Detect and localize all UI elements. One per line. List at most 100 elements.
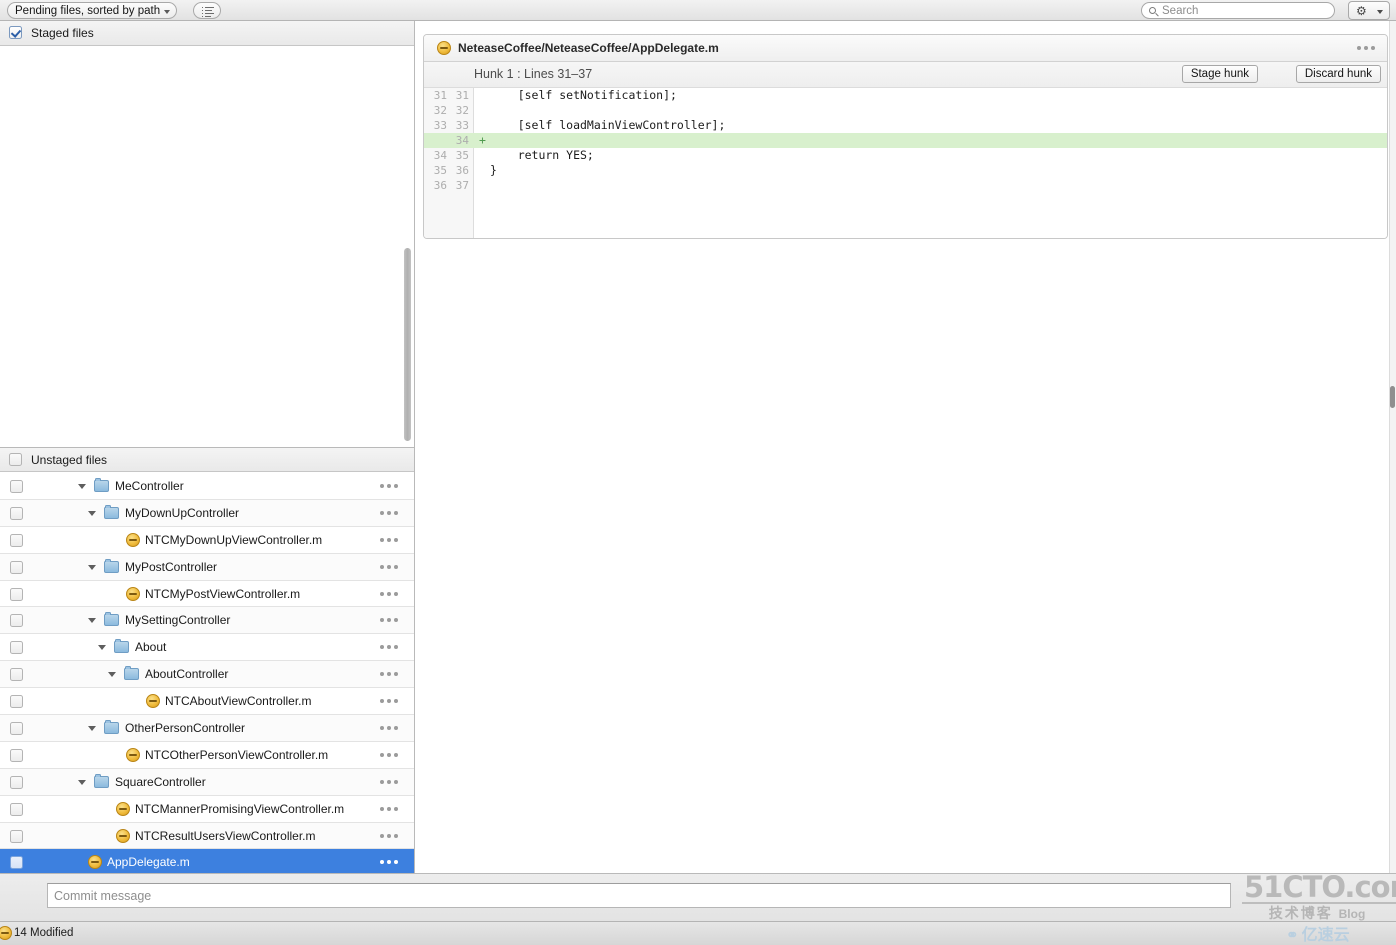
file-row-overflow-menu-button[interactable] <box>380 726 400 731</box>
file-row-overflow-menu-button[interactable] <box>380 806 400 812</box>
file-row[interactable]: NTCMannerPromisingViewController.m <box>0 796 414 823</box>
diff-line-number-old: 33 <box>433 119 447 132</box>
folder-icon <box>94 773 109 788</box>
file-row[interactable]: AppDelegate.m <box>0 849 414 873</box>
discard-hunk-button[interactable]: Discard hunk <box>1295 65 1381 83</box>
file-row-overflow-menu-button[interactable] <box>380 537 400 543</box>
settings-menu-button[interactable]: ⚙ <box>1348 1 1390 20</box>
disclosure-triangle-icon[interactable] <box>88 618 96 624</box>
file-row-overflow-menu-button[interactable] <box>380 699 400 704</box>
disclosure-triangle-icon[interactable] <box>78 779 86 785</box>
file-list-scrollbar[interactable] <box>403 247 412 442</box>
modified-file-icon <box>146 694 160 709</box>
unstaged-files-list[interactable]: MeController MyDownUpController NTCMyDownU… <box>0 473 414 873</box>
diff-overflow-menu-button[interactable] <box>1357 46 1377 51</box>
diff-scrollbar-track[interactable] <box>1389 21 1396 873</box>
file-row-checkbox[interactable] <box>10 775 23 789</box>
file-row-checkbox[interactable] <box>10 641 23 655</box>
disclosure-triangle-icon[interactable] <box>88 510 96 516</box>
file-row-overflow-menu-button[interactable] <box>380 645 400 650</box>
file-row-checkbox[interactable] <box>10 802 23 816</box>
file-row[interactable]: MeController <box>0 473 414 500</box>
staged-files-header: Staged files <box>0 21 414 46</box>
file-row-overflow-menu-button[interactable] <box>380 510 400 516</box>
diff-line-number-old: 36 <box>433 179 447 192</box>
staged-files-checkbox[interactable] <box>9 26 22 39</box>
file-row-label: NTCAboutViewController.m <box>165 694 312 709</box>
disclosure-triangle-icon[interactable] <box>78 484 86 489</box>
diff-line-number-new: 36 <box>455 164 469 177</box>
file-row-checkbox[interactable] <box>10 614 23 628</box>
file-row-overflow-menu-button[interactable] <box>380 833 400 839</box>
file-row[interactable]: SquareController <box>0 768 414 796</box>
disclosure-triangle-icon[interactable] <box>88 726 96 732</box>
file-row-overflow-menu-button[interactable] <box>380 860 400 865</box>
unstaged-files-label: Unstaged files <box>31 453 108 467</box>
file-row-checkbox[interactable] <box>10 856 23 870</box>
commit-message-placeholder: Commit message <box>54 889 152 903</box>
file-row-checkbox[interactable] <box>10 560 23 574</box>
chevron-down-icon <box>1377 10 1383 14</box>
file-row-label: NTCMyPostViewController.m <box>145 586 301 601</box>
search-field[interactable]: Search <box>1141 2 1335 19</box>
file-row[interactable]: OtherPersonController <box>0 715 414 742</box>
file-row-label: NTCMannerPromisingViewController.m <box>135 801 345 816</box>
diff-line: 34 35 return YES; <box>424 148 1387 163</box>
file-row[interactable]: NTCMyDownUpViewController.m <box>0 527 414 554</box>
diff-line-number-new: 31 <box>455 89 469 102</box>
status-text: 14 Modified <box>14 927 74 939</box>
file-row[interactable]: MyDownUpController <box>0 499 414 527</box>
file-row[interactable]: NTCOtherPersonViewController.m <box>0 742 414 769</box>
gear-icon: ⚙ <box>1356 4 1367 18</box>
commit-message-input[interactable]: Commit message <box>47 883 1231 908</box>
unstaged-files-checkbox[interactable] <box>9 453 22 466</box>
file-row[interactable]: MySettingController <box>0 607 414 635</box>
list-view-icon-button[interactable] <box>193 2 221 19</box>
file-row-overflow-menu-button[interactable] <box>380 591 400 597</box>
file-row-label: AboutController <box>145 667 229 682</box>
search-placeholder: Search <box>1162 5 1199 17</box>
file-row[interactable]: MyPostController <box>0 553 414 581</box>
diff-line-marker: + <box>479 133 486 147</box>
file-row-checkbox[interactable] <box>10 533 23 547</box>
stage-hunk-button[interactable]: Stage hunk <box>1181 65 1258 83</box>
file-row-checkbox[interactable] <box>10 668 23 682</box>
diff-file-header: NeteaseCoffee/NeteaseCoffee/AppDelegate.… <box>424 35 1387 62</box>
file-row-overflow-menu-button[interactable] <box>380 752 400 758</box>
file-row-overflow-menu-button[interactable] <box>380 564 400 570</box>
search-icon <box>1149 7 1156 14</box>
disclosure-triangle-icon[interactable] <box>88 564 96 570</box>
file-row-checkbox[interactable] <box>10 587 23 601</box>
staged-files-list <box>0 46 414 447</box>
modified-file-icon <box>126 532 140 547</box>
file-row-checkbox[interactable] <box>10 506 23 520</box>
commit-bar: Commit message <box>0 873 1396 921</box>
diff-line: 31 31 [self setNotification]; <box>424 88 1387 103</box>
diff-lines: 31 31 [self setNotification]; 32 32 33 33 [se… <box>424 88 1387 193</box>
file-row-checkbox[interactable] <box>10 722 23 736</box>
file-row-overflow-menu-button[interactable] <box>380 618 400 623</box>
file-row-overflow-menu-button[interactable] <box>380 484 400 489</box>
diff-line: 32 32 <box>424 103 1387 118</box>
file-row[interactable]: AboutController <box>0 661 414 689</box>
file-row[interactable]: NTCMyPostViewController.m <box>0 581 414 608</box>
file-row[interactable]: About <box>0 634 414 662</box>
file-row-label: MySettingController <box>125 613 231 628</box>
file-row[interactable]: NTCResultUsersViewController.m <box>0 822 414 850</box>
file-row-checkbox[interactable] <box>10 829 23 843</box>
file-row-checkbox[interactable] <box>10 748 23 762</box>
file-row-checkbox[interactable] <box>10 480 23 493</box>
chevron-down-icon <box>164 10 171 14</box>
file-row-label: SquareController <box>115 774 206 789</box>
file-row-checkbox[interactable] <box>10 695 23 709</box>
disclosure-triangle-icon[interactable] <box>98 645 106 651</box>
pending-files-filter-dropdown[interactable]: Pending files, sorted by path <box>7 2 178 19</box>
diff-scrollbar-thumb[interactable] <box>1390 386 1395 408</box>
file-row-overflow-menu-button[interactable] <box>380 672 400 677</box>
disclosure-triangle-icon[interactable] <box>108 672 116 678</box>
folder-icon <box>104 612 119 627</box>
diff-panel: NeteaseCoffee/NeteaseCoffee/AppDelegate.… <box>416 21 1396 873</box>
file-row-overflow-menu-button[interactable] <box>380 779 400 785</box>
file-row[interactable]: NTCAboutViewController.m <box>0 688 414 716</box>
file-row-label: OtherPersonController <box>125 721 246 736</box>
